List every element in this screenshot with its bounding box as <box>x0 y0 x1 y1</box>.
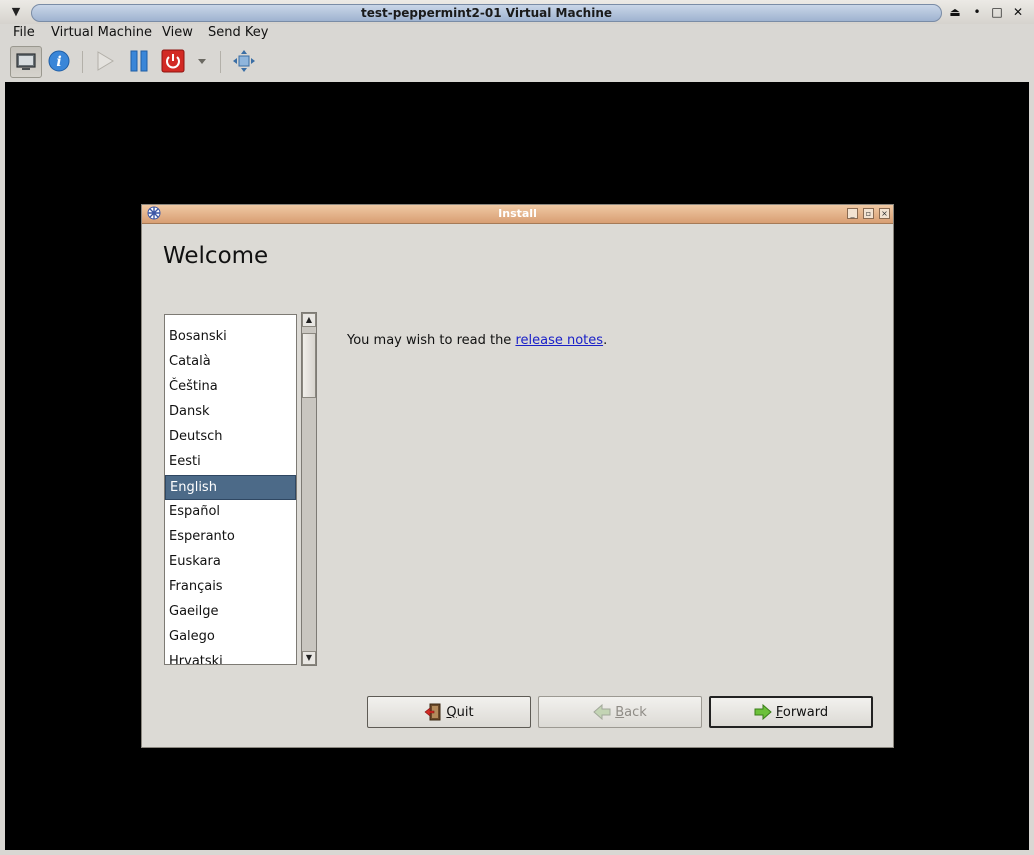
forward-button[interactable]: Forward <box>709 696 873 728</box>
scrollbar-thumb[interactable] <box>302 333 316 398</box>
language-list[interactable]: Bahasa IndonesiaBosanskiCatalàČeštinaDan… <box>164 314 297 665</box>
menu-send-key[interactable]: Send Key <box>208 24 268 43</box>
close-window-icon[interactable]: ✕ <box>1010 4 1026 20</box>
language-item[interactable]: Gaeilge <box>165 600 296 625</box>
svg-text:i: i <box>56 54 61 70</box>
language-item[interactable]: Español <box>165 500 296 525</box>
install-dialog-titlebar[interactable]: Install _ ▫ × <box>142 205 893 224</box>
menu-file[interactable]: File <box>13 24 35 43</box>
maximize-window-icon[interactable]: □ <box>989 4 1005 20</box>
window-menu-icon[interactable]: ▼ <box>9 5 23 19</box>
back-arrow-icon <box>593 704 611 720</box>
language-item[interactable]: Català <box>165 350 296 375</box>
window-titlebar: ▼ test-peppermint2-01 Virtual Machine ⏏ … <box>0 0 1034 24</box>
forward-label: Forward <box>775 704 829 720</box>
window-title[interactable]: test-peppermint2-01 Virtual Machine <box>31 4 942 22</box>
language-item[interactable]: Dansk <box>165 400 296 425</box>
language-item[interactable]: Čeština <box>165 375 296 400</box>
power-icon <box>161 49 185 73</box>
fullscreen-icon <box>233 50 255 72</box>
fullscreen-button[interactable] <box>229 46 259 76</box>
language-item[interactable]: Euskara <box>165 550 296 575</box>
quit-button[interactable]: Quit <box>367 696 531 728</box>
language-item[interactable]: Hrvatski <box>165 650 296 664</box>
quit-icon <box>424 703 441 721</box>
release-notes-prefix: You may wish to read the <box>347 333 516 348</box>
back-button[interactable]: Back <box>538 696 702 728</box>
toolbar: i <box>0 43 1034 81</box>
language-item[interactable]: Bahasa Indonesia <box>165 315 296 325</box>
menubar: File Virtual Machine View Send Key <box>0 24 1034 43</box>
release-notes-suffix: . <box>603 333 608 348</box>
scroll-down-icon[interactable]: ▼ <box>302 651 316 665</box>
language-item[interactable]: Esperanto <box>165 525 296 550</box>
scroll-up-icon[interactable]: ▲ <box>302 313 316 327</box>
run-icon <box>97 51 114 71</box>
dialog-minimize-icon[interactable]: _ <box>847 208 858 219</box>
back-label: Back <box>615 704 647 720</box>
language-item[interactable]: Deutsch <box>165 425 296 450</box>
dialog-maximize-icon[interactable]: ▫ <box>863 208 874 219</box>
console-button[interactable] <box>10 46 42 78</box>
run-button[interactable] <box>90 46 120 76</box>
welcome-heading: Welcome <box>163 243 269 269</box>
power-menu-button[interactable] <box>190 46 214 76</box>
language-item[interactable]: Eesti <box>165 450 296 475</box>
shade-window-icon[interactable]: ⏏ <box>947 4 963 20</box>
power-button[interactable] <box>158 46 188 76</box>
install-dialog: Install _ ▫ × Welcome Bahasa IndonesiaBo… <box>141 204 894 748</box>
release-notes-link[interactable]: release notes <box>515 333 603 348</box>
install-dialog-title: Install <box>498 207 537 220</box>
dialog-close-icon[interactable]: × <box>879 208 890 219</box>
menu-view[interactable]: View <box>162 24 193 43</box>
pause-icon <box>130 50 148 72</box>
language-item[interactable]: Galego <box>165 625 296 650</box>
console-icon <box>16 53 36 70</box>
menu-virtual-machine[interactable]: Virtual Machine <box>51 24 152 43</box>
language-item[interactable]: English <box>165 475 296 500</box>
info-icon: i <box>48 50 70 72</box>
toolbar-separator <box>82 51 83 73</box>
details-button[interactable]: i <box>44 46 74 76</box>
quit-label: Quit <box>446 704 474 720</box>
language-item[interactable]: Français <box>165 575 296 600</box>
forward-arrow-icon <box>754 704 772 720</box>
minimize-window-icon[interactable]: • <box>969 4 985 20</box>
language-item[interactable]: Bosanski <box>165 325 296 350</box>
language-list-scrollbar[interactable]: ▲ ▼ <box>301 312 317 666</box>
pause-button[interactable] <box>124 46 154 76</box>
toolbar-separator <box>220 51 221 73</box>
release-notes-line: You may wish to read the release notes. <box>347 333 607 348</box>
dropdown-arrow-icon <box>198 59 206 64</box>
